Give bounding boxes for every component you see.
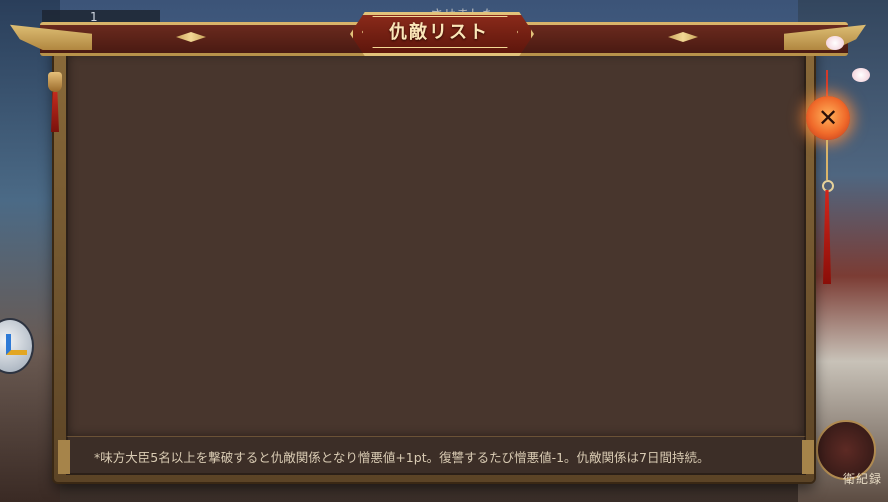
guard-record-label: 衛紀録 — [842, 472, 882, 486]
bell-ornament-icon — [48, 72, 62, 92]
flower-ornament-icon — [852, 68, 870, 82]
hud-glyph-icon — [6, 334, 27, 355]
footer-note: *味方大臣5名以上を撃破すると仇敵関係となり憎悪値+1pt。復讐するたび憎悪値-… — [94, 450, 710, 465]
lantern-cord — [826, 140, 828, 180]
close-icon: ✕ — [817, 104, 839, 132]
flower-ornament-icon — [826, 36, 844, 50]
frame-post-right — [802, 440, 814, 474]
dialog-title: 仇敵リスト — [389, 22, 489, 43]
close-button[interactable]: ✕ — [806, 96, 850, 140]
enemy-list-content — [66, 52, 806, 438]
frame-post-left — [58, 440, 70, 474]
